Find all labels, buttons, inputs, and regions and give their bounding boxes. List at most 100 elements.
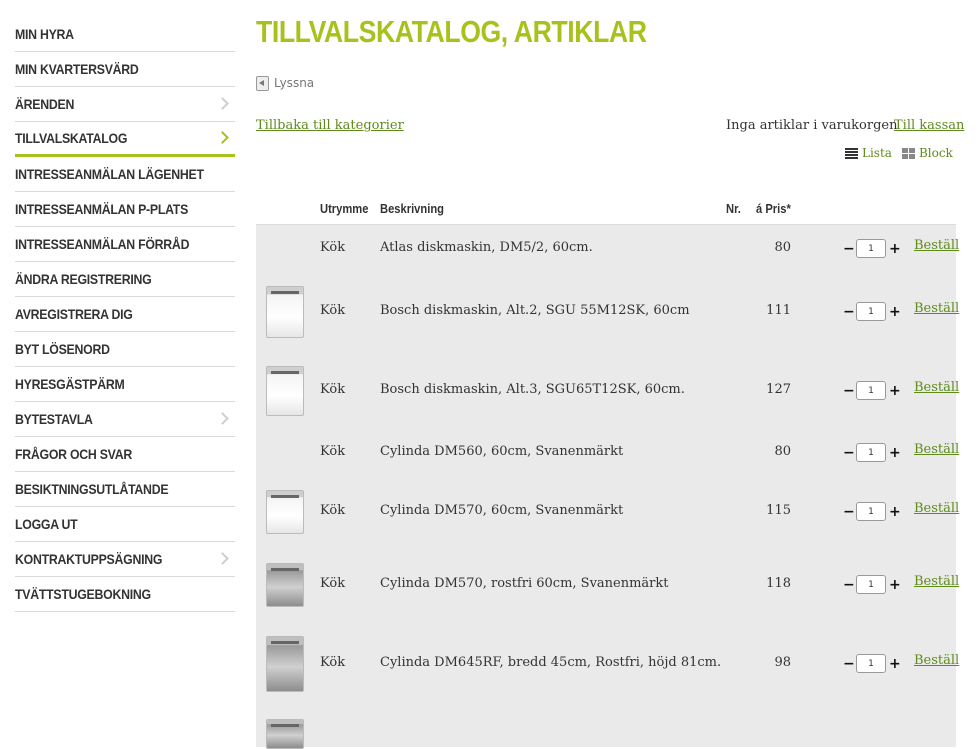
sidebar-item-label: ÄRENDEN: [15, 96, 75, 112]
increase-quantity-button[interactable]: +: [889, 505, 901, 519]
sidebar-item[interactable]: BESIKTNINGSUTLÅTANDE: [15, 472, 235, 507]
sidebar-item[interactable]: ÄRENDEN: [15, 87, 235, 122]
row-description: Cylinda DM645RF, bredd 45cm, Rostfri, hö…: [380, 655, 722, 670]
quantity-stepper: −1 +: [843, 381, 901, 400]
table-row: Kök Atlas diskmaskin, DM5/2, 60cm. 80 −1 + Be…: [256, 225, 959, 273]
view-block-option[interactable]: Block: [901, 146, 953, 160]
sidebar-item[interactable]: TVÄTTSTUGEBOKNING: [15, 577, 235, 612]
sidebar-item[interactable]: HYRESGÄSTPÄRM: [15, 367, 235, 402]
table-header: Utrymme Beskrivning Nr. á Pris*: [256, 193, 956, 225]
order-button[interactable]: Beställ: [914, 501, 959, 516]
sidebar-item[interactable]: INTRESSEANMÄLAN LÄGENHET: [15, 157, 235, 192]
table-row: [256, 707, 956, 749]
decrease-quantity-button[interactable]: −: [843, 505, 855, 519]
quantity-stepper: −1 +: [843, 575, 901, 594]
view-block-label: Block: [918, 146, 953, 160]
col-header-room: Utrymme: [320, 201, 369, 216]
row-room: Kök: [320, 444, 346, 459]
quantity-stepper: −1 +: [843, 239, 901, 258]
sidebar-item[interactable]: INTRESSEANMÄLAN P-PLATS: [15, 192, 235, 227]
sidebar-item[interactable]: BYT LÖSENORD: [15, 332, 235, 367]
sidebar-item[interactable]: TILLVALSKATALOG: [15, 122, 235, 157]
sidebar-item[interactable]: ÄNDRA REGISTRERING: [15, 262, 235, 297]
dishwasher-thumbnail: [266, 563, 304, 607]
row-price: 98: [774, 655, 791, 670]
col-header-nr: Nr.: [726, 201, 741, 216]
row-price: 80: [774, 240, 791, 255]
sidebar-item-label: AVREGISTRERA DIG: [15, 306, 133, 322]
chevron-right-icon: [216, 97, 229, 110]
row-description: Cylinda DM560, 60cm, Svanenmärkt: [380, 444, 624, 459]
sidebar-item[interactable]: AVREGISTRERA DIG: [15, 297, 235, 332]
block-view-icon: [901, 147, 915, 159]
sidebar-item-label: LOGGA UT: [15, 516, 78, 532]
increase-quantity-button[interactable]: +: [889, 578, 901, 592]
sidebar-item-label: INTRESSEANMÄLAN P-PLATS: [15, 201, 189, 217]
back-to-categories-link[interactable]: Tillbaka till kategorier: [256, 118, 404, 133]
sidebar-item-label: BYTESTAVLA: [15, 411, 93, 427]
col-header-price: á Pris*: [756, 201, 791, 216]
sidebar-item-label: FRÅGOR OCH SVAR: [15, 446, 132, 462]
row-price: 118: [766, 576, 791, 591]
table-row: Kök Cylinda DM645RF, bredd 45cm, Rostfri,…: [256, 621, 959, 707]
quantity-input[interactable]: 1: [856, 443, 886, 462]
sidebar-item-label: HYRESGÄSTPÄRM: [15, 376, 125, 392]
sidebar-item[interactable]: MIN KVARTERSVÄRD: [15, 52, 235, 87]
sidebar-item-label: INTRESSEANMÄLAN LÄGENHET: [15, 166, 204, 182]
quantity-input[interactable]: 1: [856, 381, 886, 400]
sidebar-item[interactable]: FRÅGOR OCH SVAR: [15, 437, 235, 472]
order-button[interactable]: Beställ: [914, 653, 959, 668]
quantity-input[interactable]: 1: [856, 502, 886, 521]
listen-button[interactable]: Lyssna: [256, 75, 314, 91]
sidebar-item-label: MIN HYRA: [15, 25, 74, 42]
decrease-quantity-button[interactable]: −: [843, 384, 855, 398]
view-toggle: Lista Block: [845, 146, 953, 160]
sidebar-item-label: INTRESSEANMÄLAN FÖRRÅD: [15, 236, 190, 252]
sidebar-item[interactable]: INTRESSEANMÄLAN FÖRRÅD: [15, 227, 235, 262]
decrease-quantity-button[interactable]: −: [843, 657, 855, 671]
quantity-input[interactable]: 1: [856, 654, 886, 673]
row-price: 127: [766, 382, 791, 397]
order-button[interactable]: Beställ: [914, 442, 959, 457]
quantity-input[interactable]: 1: [856, 239, 886, 258]
sidebar-item-label: BESIKTNINGSUTLÅTANDE: [15, 481, 169, 497]
row-description: Bosch diskmaskin, Alt.2, SGU 55M12SK, 60…: [380, 303, 690, 318]
order-button[interactable]: Beställ: [914, 238, 959, 253]
decrease-quantity-button[interactable]: −: [843, 305, 855, 319]
row-room: Kök: [320, 655, 346, 670]
sidebar-item-label: TVÄTTSTUGEBOKNING: [15, 586, 151, 602]
decrease-quantity-button[interactable]: −: [843, 242, 855, 256]
sidebar-item-label: BYT LÖSENORD: [15, 341, 110, 357]
chevron-right-icon: [216, 412, 229, 425]
quantity-input[interactable]: 1: [856, 302, 886, 321]
table-body: Kök Atlas diskmaskin, DM5/2, 60cm. 80−1 + Be…: [256, 225, 959, 749]
table-row: Kök Bosch diskmaskin, Alt.2, SGU 55M12SK,…: [256, 273, 959, 351]
dishwasher-thumbnail: [266, 636, 304, 692]
article-table: Utrymme Beskrivning Nr. á Pris* Kök Atlas…: [256, 193, 959, 749]
sidebar-item[interactable]: MIN HYRA: [15, 16, 235, 52]
row-price: 80: [774, 444, 791, 459]
sidebar-item[interactable]: KONTRAKTUPPSÄGNING: [15, 542, 235, 577]
quantity-input[interactable]: 1: [856, 575, 886, 594]
decrease-quantity-button[interactable]: −: [843, 446, 855, 460]
row-description: Cylinda DM570, 60cm, Svanenmärkt: [380, 503, 624, 518]
increase-quantity-button[interactable]: +: [889, 242, 901, 256]
view-list-option[interactable]: Lista: [845, 146, 892, 160]
increase-quantity-button[interactable]: +: [889, 657, 901, 671]
view-list-label: Lista: [862, 146, 892, 160]
quantity-stepper: −1 +: [843, 654, 901, 673]
increase-quantity-button[interactable]: +: [889, 305, 901, 319]
sidebar-item[interactable]: BYTESTAVLA: [15, 402, 235, 437]
decrease-quantity-button[interactable]: −: [843, 578, 855, 592]
increase-quantity-button[interactable]: +: [889, 384, 901, 398]
sidebar-item-label: MIN KVARTERSVÄRD: [15, 61, 139, 77]
order-button[interactable]: Beställ: [914, 380, 959, 395]
increase-quantity-button[interactable]: +: [889, 446, 901, 460]
sidebar-item[interactable]: LOGGA UT: [15, 507, 235, 542]
checkout-link[interactable]: Till kassan: [894, 118, 964, 133]
row-description: Atlas diskmaskin, DM5/2, 60cm.: [380, 240, 593, 255]
list-view-icon: [845, 147, 858, 159]
dishwasher-thumbnail: [266, 286, 304, 338]
order-button[interactable]: Beställ: [914, 301, 959, 316]
order-button[interactable]: Beställ: [914, 574, 959, 589]
